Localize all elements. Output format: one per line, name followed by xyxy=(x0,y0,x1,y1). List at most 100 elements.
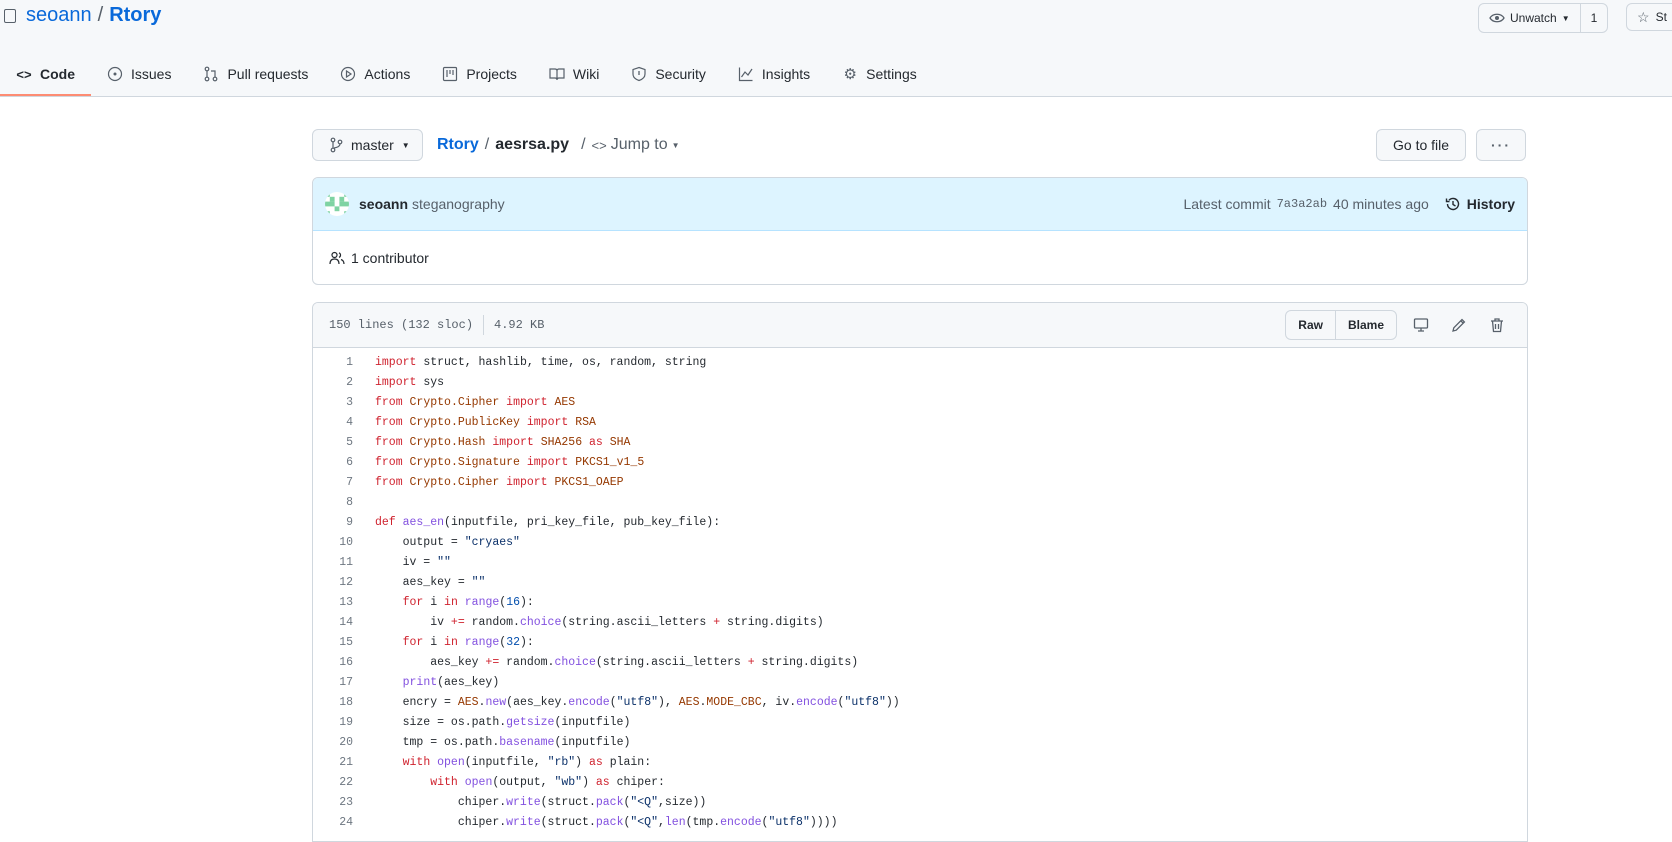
branch-select-button[interactable]: master ▼ xyxy=(312,129,423,161)
tab-settings[interactable]: ⚙ Settings xyxy=(826,52,933,96)
line-number[interactable]: 23 xyxy=(313,796,375,809)
jump-to-dropdown[interactable]: <> Jump to ▼ xyxy=(592,136,680,154)
code-line: 8 xyxy=(313,492,1527,512)
code-line: 2 import sys xyxy=(313,372,1527,392)
tab-label: Insights xyxy=(761,66,811,82)
line-number[interactable]: 8 xyxy=(313,496,375,509)
line-code: for i in range(16): xyxy=(402,595,534,609)
line-number[interactable]: 2 xyxy=(313,376,375,389)
watch-count[interactable]: 1 xyxy=(1579,4,1608,32)
line-code: aes_key += random.choice(string.ascii_le… xyxy=(375,655,859,669)
pencil-icon xyxy=(1452,318,1466,332)
line-number[interactable]: 7 xyxy=(313,476,375,489)
tab-pull-requests[interactable]: Pull requests xyxy=(187,52,324,96)
code-line: 20 tmp = os.path.basename(inputfile) xyxy=(313,732,1527,752)
tab-insights[interactable]: Insights xyxy=(722,52,826,96)
line-code: iv += random.choice(string.ascii_letters… xyxy=(375,615,824,629)
line-number[interactable]: 13 xyxy=(313,596,375,609)
code-line: 24 chiper.write(struct.pack("<Q",len(tmp… xyxy=(313,812,1527,832)
line-number[interactable]: 9 xyxy=(313,516,375,529)
avatar[interactable] xyxy=(325,192,349,216)
more-options-button[interactable]: ··· xyxy=(1476,129,1526,161)
history-label: History xyxy=(1466,196,1515,212)
commit-message-link[interactable]: steganography xyxy=(412,196,505,212)
line-number[interactable]: 17 xyxy=(313,676,375,689)
line-number[interactable]: 1 xyxy=(313,356,375,369)
line-number[interactable]: 12 xyxy=(313,576,375,589)
repo-title: seoann / Rtory xyxy=(4,4,161,27)
line-number[interactable]: 21 xyxy=(313,756,375,769)
tab-actions[interactable]: Actions xyxy=(324,52,426,96)
code-line: 19 size = os.path.getsize(inputfile) xyxy=(313,712,1527,732)
repo-owner-link[interactable]: seoann xyxy=(26,4,92,27)
line-number[interactable]: 22 xyxy=(313,776,375,789)
line-code: chiper.write(struct.pack("<Q",size)) xyxy=(375,795,707,809)
code-line: 3 from Crypto.Cipher import AES xyxy=(313,392,1527,412)
latest-commit-box: seoann steganography Latest commit 7a3a2… xyxy=(312,177,1528,285)
chevron-down-icon: ▼ xyxy=(401,140,410,150)
tab-projects[interactable]: Projects xyxy=(426,52,533,96)
unwatch-button[interactable]: Unwatch ▼ xyxy=(1479,4,1580,32)
line-number[interactable]: 20 xyxy=(313,736,375,749)
raw-button[interactable]: Raw xyxy=(1286,311,1335,339)
line-number[interactable]: 18 xyxy=(313,696,375,709)
people-icon xyxy=(329,251,345,265)
line-number[interactable]: 24 xyxy=(313,816,375,829)
line-code: with open(inputfile, "rb") as plain: xyxy=(402,755,652,769)
commit-sha-link[interactable]: 7a3a2ab xyxy=(1277,197,1327,211)
code-line: 17 print(aes_key) xyxy=(313,672,1527,692)
line-number[interactable]: 11 xyxy=(313,556,375,569)
tab-issues[interactable]: Issues xyxy=(91,52,187,96)
project-icon xyxy=(442,66,458,82)
contributors-row[interactable]: 1 contributor xyxy=(313,231,1527,284)
code-line: 1 import struct, hashlib, time, os, rando… xyxy=(313,352,1527,372)
line-number[interactable]: 14 xyxy=(313,616,375,629)
file-info-divider xyxy=(483,315,485,335)
star-label: St xyxy=(1655,10,1667,24)
line-number[interactable]: 4 xyxy=(313,416,375,429)
line-number[interactable]: 3 xyxy=(313,396,375,409)
line-number[interactable]: 16 xyxy=(313,656,375,669)
line-code: encry = AES.new(aes_key.encode("utf8"), … xyxy=(375,695,900,709)
code-line: 15 for i in range(32): xyxy=(313,632,1527,652)
tab-label: Issues xyxy=(131,66,172,82)
code-line: 21 with open(inputfile, "rb") as plain: xyxy=(313,752,1527,772)
star-button[interactable]: ☆ St xyxy=(1626,3,1672,31)
history-link[interactable]: History xyxy=(1445,196,1515,212)
tab-code[interactable]: <> Code xyxy=(0,52,91,96)
line-code: from Crypto.Hash import SHA256 as SHA xyxy=(375,435,631,449)
code-line: 13 for i in range(16): xyxy=(313,592,1527,612)
delete-file-button[interactable] xyxy=(1483,311,1511,339)
desktop-open-button[interactable] xyxy=(1407,311,1435,339)
breadcrumb-separator: / xyxy=(581,136,586,153)
unwatch-label: Unwatch xyxy=(1510,11,1557,25)
line-code: chiper.write(struct.pack("<Q",len(tmp.en… xyxy=(375,815,838,829)
commit-author-link[interactable]: seoann xyxy=(359,196,408,212)
file-content-box: 150 lines (132 sloc) 4.92 KB Raw Blame 1… xyxy=(312,302,1528,842)
line-number[interactable]: 19 xyxy=(313,716,375,729)
line-code: print(aes_key) xyxy=(402,675,500,689)
graph-icon xyxy=(738,66,754,82)
code-line: 10 output = "cryaes" xyxy=(313,532,1527,552)
line-number[interactable]: 6 xyxy=(313,456,375,469)
jump-to-label: Jump to xyxy=(610,136,668,153)
code-view: 1 import struct, hashlib, time, os, rando… xyxy=(313,348,1527,832)
line-number[interactable]: 15 xyxy=(313,636,375,649)
commit-header: seoann steganography Latest commit 7a3a2… xyxy=(313,178,1527,231)
go-to-file-button[interactable]: Go to file xyxy=(1376,129,1467,161)
line-number[interactable]: 5 xyxy=(313,436,375,449)
gear-icon: ⚙ xyxy=(843,66,857,83)
line-number[interactable]: 10 xyxy=(313,536,375,549)
tab-security[interactable]: Security xyxy=(615,52,722,96)
code-line: 5 from Crypto.Hash import SHA256 as SHA xyxy=(313,432,1527,452)
breadcrumb-file: aesrsa.py xyxy=(495,136,570,153)
line-code: aes_key = "" xyxy=(375,575,486,589)
history-icon xyxy=(1445,197,1459,211)
commit-time: 40 minutes ago xyxy=(1333,196,1429,212)
tab-wiki[interactable]: Wiki xyxy=(533,52,615,96)
blame-button[interactable]: Blame xyxy=(1334,311,1396,339)
repo-name-link[interactable]: Rtory xyxy=(109,4,161,27)
edit-file-button[interactable] xyxy=(1445,311,1473,339)
breadcrumb-repo-link[interactable]: Rtory xyxy=(437,136,479,154)
code-line: 9 def aes_en(inputfile, pri_key_file, pub… xyxy=(313,512,1527,532)
